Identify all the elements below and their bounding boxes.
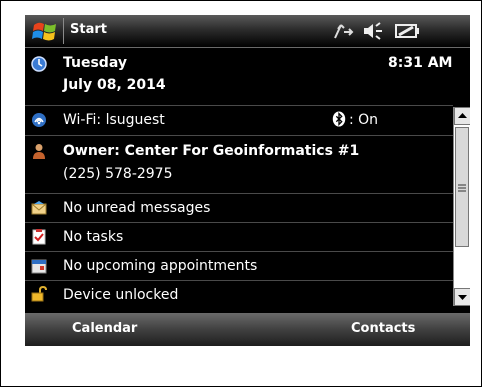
wifi-status-text: Wi-Fi: lsuguest (63, 112, 165, 128)
messages-row[interactable]: No unread messages (25, 194, 453, 223)
device-lock-row[interactable]: Device unlocked (25, 281, 453, 309)
weekday-text: Tuesday (63, 55, 127, 71)
time-text: 8:31 AM (388, 55, 453, 71)
date-text: July 08, 2014 (63, 77, 166, 93)
bluetooth-status-text: : On (349, 112, 379, 128)
owner-phone-text: (225) 578-2975 (63, 166, 173, 182)
wifi-row[interactable]: Wi-Fi: lsuguest : On (25, 106, 453, 136)
softkey-bar: Calendar Contacts (25, 313, 470, 346)
unlocked-padlock-icon (31, 286, 47, 302)
volume-icon[interactable] (362, 20, 384, 42)
messages-text: No unread messages (63, 200, 211, 216)
title-text[interactable]: Start (70, 22, 107, 37)
title-separator (63, 18, 64, 44)
date-time-row[interactable]: Tuesday July 08, 2014 8:31 AM (25, 48, 453, 106)
arrow-down-icon (458, 295, 467, 300)
contacts-softkey[interactable]: Contacts (351, 321, 415, 336)
tasks-text: No tasks (63, 229, 124, 245)
device-status-text: Device unlocked (63, 287, 179, 303)
bluetooth-icon (332, 111, 346, 127)
windows-logo-icon[interactable] (31, 19, 59, 43)
clock-icon (31, 56, 47, 72)
title-bar: Start (25, 15, 470, 48)
tasks-row[interactable]: No tasks (25, 223, 453, 252)
battery-icon[interactable] (394, 20, 420, 42)
scroll-up-button[interactable] (454, 107, 470, 125)
envelope-icon (31, 201, 47, 215)
vertical-scrollbar[interactable] (453, 107, 470, 306)
scroll-thumb[interactable] (455, 127, 469, 247)
wifi-icon (32, 113, 46, 127)
owner-name-text: Owner: Center For Geoinformatics #1 (63, 143, 360, 159)
calendar-icon (31, 259, 47, 274)
grip-icon (458, 184, 466, 192)
appointments-row[interactable]: No upcoming appointments (25, 252, 453, 281)
appointments-text: No upcoming appointments (63, 258, 258, 274)
arrow-up-icon (458, 113, 467, 118)
owner-row[interactable]: Owner: Center For Geoinformatics #1 (225… (25, 136, 453, 194)
today-screen: Start Tuesday July 08, 2014 8:31 AM Wi-F… (25, 15, 470, 346)
calendar-softkey[interactable]: Calendar (72, 321, 137, 336)
scroll-down-button[interactable] (454, 288, 470, 306)
connectivity-icon[interactable] (332, 20, 354, 42)
tasks-checklist-icon (32, 229, 46, 245)
owner-person-icon (33, 144, 45, 159)
